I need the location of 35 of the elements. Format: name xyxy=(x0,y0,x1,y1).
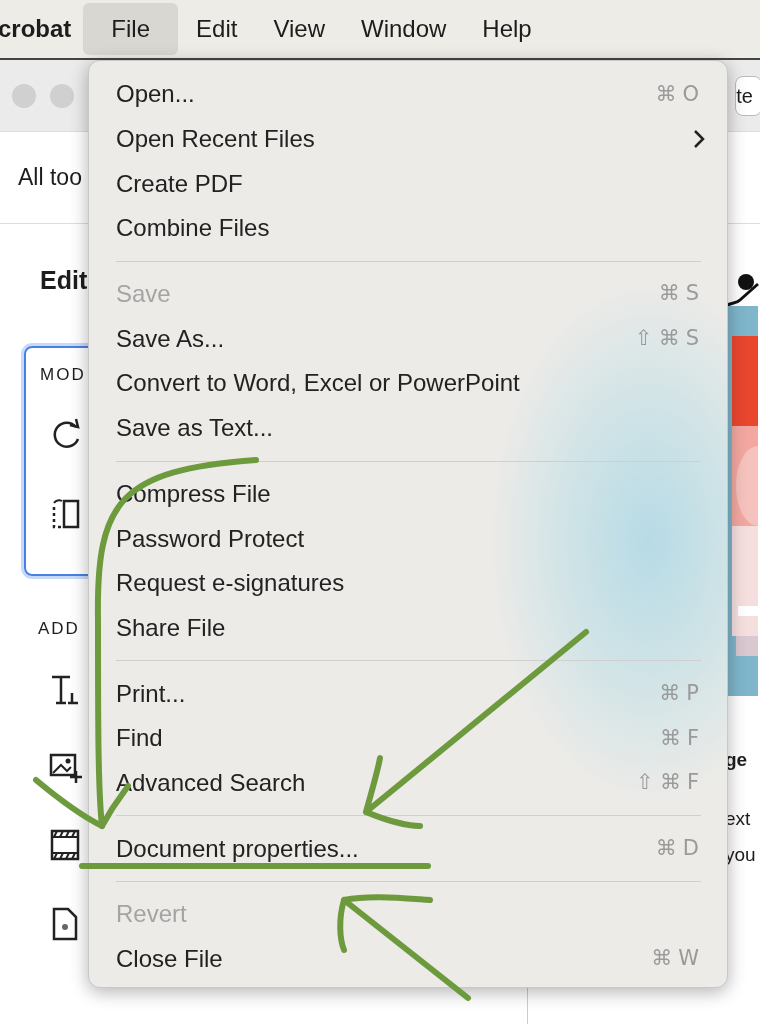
menu-item[interactable]: Save As... ⇧⌘S xyxy=(89,316,727,362)
window-button[interactable] xyxy=(50,83,74,108)
shortcut-text: ⌘P xyxy=(659,679,705,707)
shortcut-text: ⌘S xyxy=(658,280,705,308)
menu-item[interactable]: Open Recent Files xyxy=(89,116,727,162)
menu-item[interactable]: Save as Text... xyxy=(89,405,727,451)
menu-item[interactable]: Advanced Search ⇧⌘F xyxy=(89,760,727,806)
menu-item[interactable]: Open... ⌘O xyxy=(89,72,727,117)
shortcut-text: ⇧⌘S xyxy=(635,325,705,353)
toolbar-button[interactable]: te xyxy=(735,75,760,116)
menu-item[interactable]: Convert to Word, Excel or PowerPoint xyxy=(89,361,727,406)
shortcut-text: ⌘W xyxy=(651,945,705,973)
menu-item[interactable]: Combine Files xyxy=(89,206,727,251)
menu-item[interactable]: Create PDF xyxy=(89,161,727,207)
menu-item[interactable]: Document properties... ⌘D xyxy=(89,826,727,871)
shortcut-text: ⇧⌘F xyxy=(636,769,705,797)
menu-item[interactable]: Password Protect xyxy=(89,516,727,561)
menu-item[interactable]: Find ⌘F xyxy=(89,715,727,761)
menu-bar-item[interactable]: Help xyxy=(464,5,550,53)
menu-item[interactable]: Print... ⌘P xyxy=(89,671,727,716)
menu-bar-item[interactable]: Window xyxy=(343,5,465,53)
section-title: MOD xyxy=(40,363,86,386)
menu-item[interactable]: Close File ⌘W xyxy=(89,936,727,982)
shortcut-text: ⌘D xyxy=(655,834,705,862)
menu-item[interactable]: Share File xyxy=(89,605,727,651)
menu-bar-item[interactable]: Edit xyxy=(178,5,256,53)
menu-bar-item[interactable]: File xyxy=(83,3,179,55)
tab[interactable]: All too xyxy=(18,160,82,195)
shortcut-text: ⌘F xyxy=(659,724,705,752)
window-button[interactable] xyxy=(12,83,36,108)
menu-item[interactable]: Request e-signatures xyxy=(89,560,727,606)
section-title: ADD xyxy=(38,617,80,640)
menu-bar-item[interactable]: View xyxy=(255,5,343,53)
shortcut-text: ⌘O xyxy=(655,80,705,108)
panel-title: Edit xyxy=(40,265,88,296)
